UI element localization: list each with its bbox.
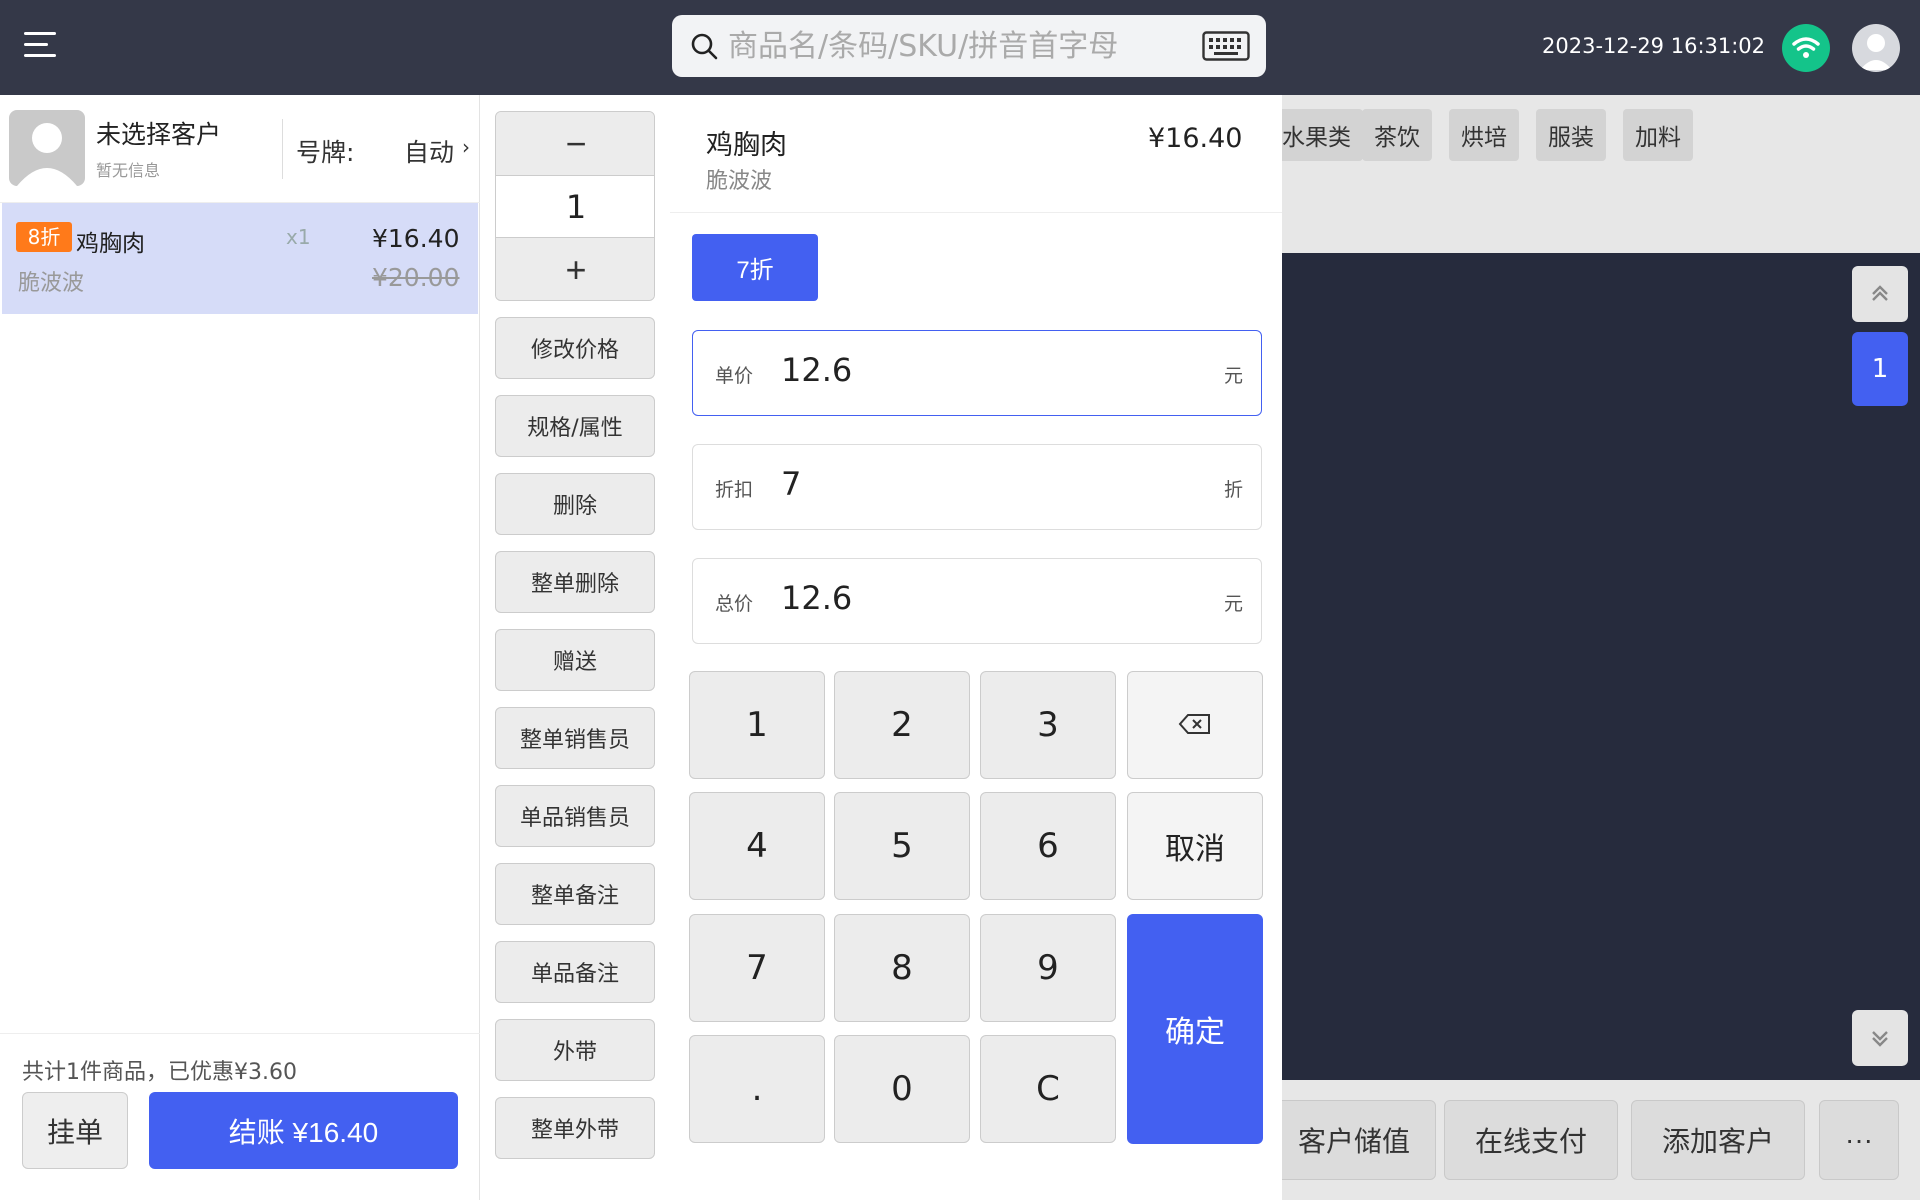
search-box[interactable] [672,15,1266,77]
cart-item-name: 鸡胸肉 [76,231,145,257]
cart-panel: 未选择客户 暂无信息 号牌: 自动 › 8折 鸡胸肉 x1 ¥16.40 脆波波… [0,95,480,1200]
plate-value[interactable]: 自动 [404,133,454,169]
checkout-button[interactable]: 结账 ¥16.40 [149,1092,458,1169]
quantity-stepper: − 1 + [495,111,655,301]
key-2[interactable]: 2 [834,671,970,779]
discount-unit: 折 [1223,479,1243,501]
key-4[interactable]: 4 [689,792,825,900]
scroll-down-button[interactable] [1852,1010,1908,1066]
total-price-label: 总价 [715,593,754,615]
customer-header[interactable]: 未选择客户 暂无信息 号牌: 自动 › [0,95,480,203]
total-price-field[interactable]: 总价 12.6 元 [692,558,1262,644]
quantity-value: 1 [496,175,654,238]
customer-info: 暂无信息 [96,161,161,180]
discount-field[interactable]: 折扣 7 折 [692,444,1262,530]
user-avatar[interactable] [1852,24,1900,72]
hold-order-button[interactable]: 挂单 [22,1092,128,1169]
customer-name: 未选择客户 [96,120,222,149]
decrease-button[interactable]: − [496,112,654,175]
key-6[interactable]: 6 [980,792,1116,900]
preset-discount-button[interactable]: 7折 [692,234,818,301]
online-pay-button[interactable]: 在线支付 [1444,1100,1618,1180]
category-addons[interactable]: 加料 [1623,109,1693,161]
double-chevron-down-icon [1872,1031,1888,1047]
discount-value: 7 [781,465,802,503]
delete-button[interactable]: 删除 [495,473,655,535]
category-tea[interactable]: 茶饮 [1362,109,1432,161]
cart-summary: 共计1件商品，已优惠¥3.60 [22,1060,297,1085]
key-3[interactable]: 3 [980,671,1116,779]
cart-item-original-price: ¥20.00 [372,263,460,292]
price-edit-dialog: 鸡胸肉 脆波波 ¥16.40 7折 单价 12.6 元 折扣 7 折 总价 12… [670,95,1282,1200]
plate-label: 号牌: [296,138,355,167]
edit-price-button[interactable]: 修改价格 [495,317,655,379]
cart-item[interactable] [2,203,478,314]
more-button[interactable]: ··· [1819,1100,1899,1180]
wifi-icon[interactable] [1782,24,1830,72]
dialog-product-name: 鸡胸肉 [706,130,787,161]
double-chevron-up-icon [1872,285,1888,301]
customer-recharge-button[interactable]: 客户储值 [1272,1100,1436,1180]
total-price-value: 12.6 [781,579,853,617]
key-0[interactable]: 0 [834,1035,970,1143]
key-1[interactable]: 1 [689,671,825,779]
keyboard-icon[interactable] [1202,31,1250,61]
key-9[interactable]: 9 [980,914,1116,1022]
category-clothing[interactable]: 服装 [1536,109,1606,161]
item-note-button[interactable]: 单品备注 [495,941,655,1003]
product-grid [1282,253,1920,1080]
unit-price-field[interactable]: 单价 12.6 元 [692,330,1262,416]
add-customer-button[interactable]: 添加客户 [1631,1100,1805,1180]
cart-footer: 共计1件商品，已优惠¥3.60 挂单 结账 ¥16.40 [0,1033,480,1200]
dialog-product-price: ¥16.40 [1148,123,1243,154]
divider [282,119,283,179]
dialog-product-spec: 脆波波 [706,169,773,194]
discount-badge: 8折 [16,222,72,252]
cart-item-spec: 脆波波 [18,271,85,296]
menu-icon[interactable] [24,32,56,60]
total-price-unit: 元 [1223,593,1243,615]
backspace-button[interactable] [1127,671,1263,779]
datetime: 2023-12-29 16:31:02 [1542,34,1766,58]
page-indicator[interactable]: 1 [1852,332,1908,406]
dialog-header: 鸡胸肉 脆波波 ¥16.40 [670,95,1282,213]
chevron-right-icon[interactable]: › [462,135,470,159]
top-bar: 2023-12-29 16:31:02 [0,0,1920,95]
cart-item-price: ¥16.40 [372,224,460,253]
spec-attribute-button[interactable]: 规格/属性 [495,395,655,457]
customer-avatar [9,110,85,186]
key-dot[interactable]: . [689,1035,825,1143]
bottom-action-bar: 客户储值 在线支付 添加客户 ··· [1272,1080,1920,1200]
unit-price-unit: 元 [1223,365,1243,387]
key-7[interactable]: 7 [689,914,825,1022]
discount-label: 折扣 [715,479,754,501]
gift-button[interactable]: 赠送 [495,629,655,691]
order-note-button[interactable]: 整单备注 [495,863,655,925]
order-salesperson-button[interactable]: 整单销售员 [495,707,655,769]
category-bar: 水果类 茶饮 烘培 服装 加料 [1270,95,1920,253]
category-fruit[interactable]: 水果类 [1270,109,1363,161]
search-input[interactable] [728,23,1188,69]
key-5[interactable]: 5 [834,792,970,900]
delete-order-button[interactable]: 整单删除 [495,551,655,613]
takeaway-button[interactable]: 外带 [495,1019,655,1081]
unit-price-label: 单价 [715,365,754,387]
action-column: − 1 + 修改价格 规格/属性 删除 整单删除 赠送 整单销售员 单品销售员 … [480,95,670,1200]
cancel-button[interactable]: 取消 [1127,792,1263,900]
confirm-button[interactable]: 确定 [1127,914,1263,1144]
category-bakery[interactable]: 烘培 [1449,109,1519,161]
cart-item-qty: x1 [286,225,311,249]
backspace-icon [1178,714,1210,734]
order-takeaway-button[interactable]: 整单外带 [495,1097,655,1159]
scroll-up-button[interactable] [1852,266,1908,322]
item-salesperson-button[interactable]: 单品销售员 [495,785,655,847]
key-clear[interactable]: C [980,1035,1116,1143]
unit-price-value: 12.6 [781,351,853,389]
key-8[interactable]: 8 [834,914,970,1022]
search-icon [691,33,718,60]
increase-button[interactable]: + [496,238,654,300]
